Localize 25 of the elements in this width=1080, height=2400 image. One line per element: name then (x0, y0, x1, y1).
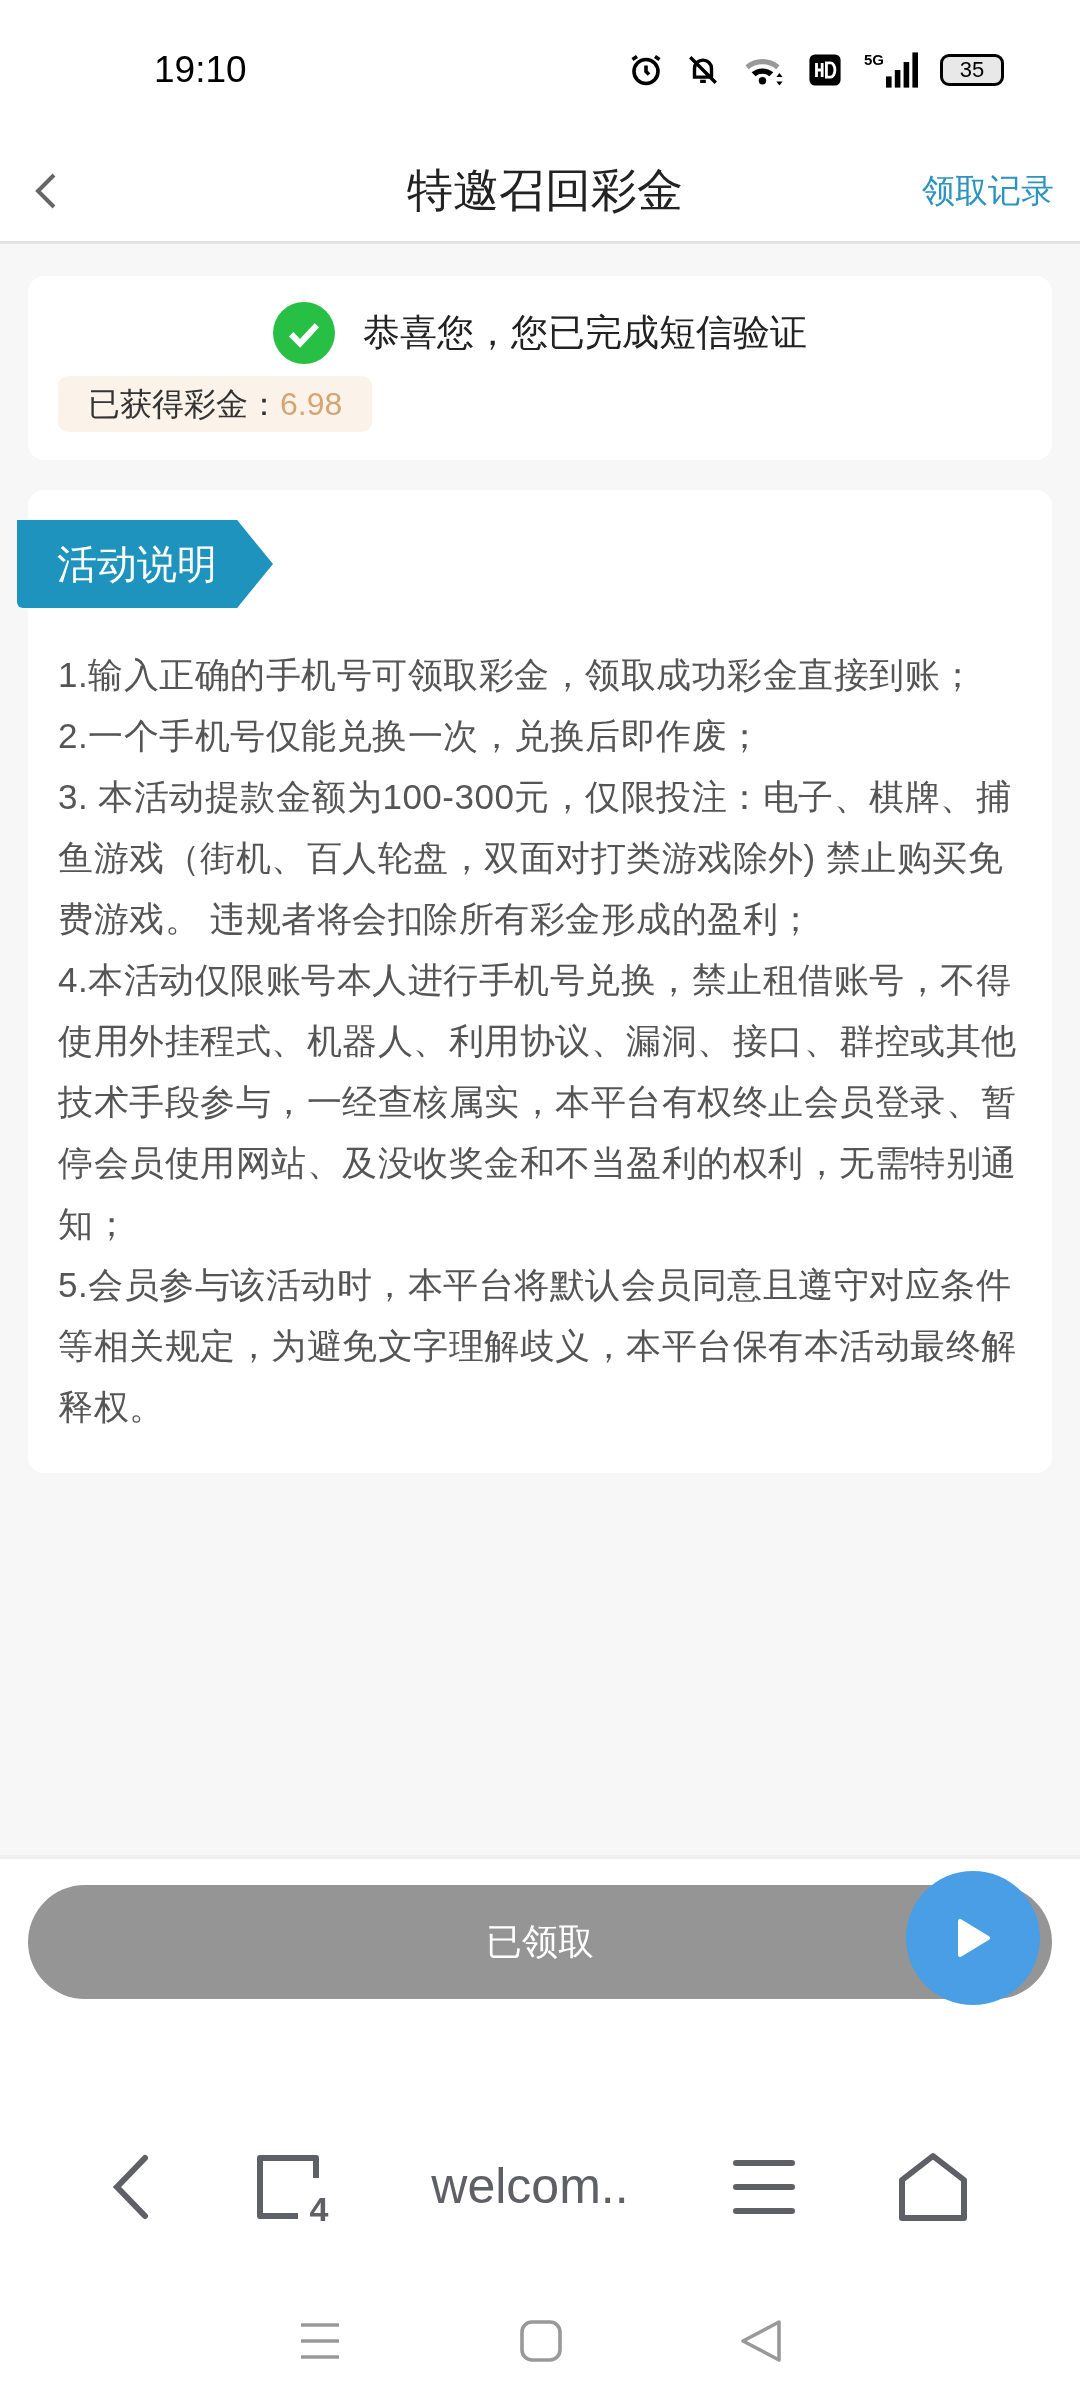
home-icon[interactable] (898, 2151, 969, 2222)
back-nav-icon[interactable] (740, 2320, 781, 2362)
status-time: 19:10 (154, 48, 247, 93)
recent-apps-icon[interactable] (299, 2321, 342, 2361)
page-title: 特邀召回彩金 (407, 163, 683, 218)
battery-indicator: 35 (940, 54, 1004, 86)
signal-icon (886, 52, 918, 88)
tabs-button[interactable]: 4 (254, 2153, 329, 2220)
rule-text: 3. 本活动提款金额为100-300元，仅限投注：电子、棋牌、捕鱼游戏（街机、百人轮盘，双面对打类游戏除外) 禁止购买免费游戏。 违规者将会扣除所有彩金形成的盈利； (58, 776, 1013, 940)
records-link[interactable]: 领取记录 (922, 165, 1054, 216)
bonus-label: 已获得彩金： (88, 385, 280, 424)
success-message: 恭喜您，您已完成短信验证 (363, 311, 807, 356)
rule-text: 1.输入正确的手机号可领取彩金，领取成功彩金直接到账； (58, 654, 977, 696)
network-type: 5G (864, 52, 884, 67)
rule-text: 2.一个手机号仅能兑换一次，兑换后即作废； (58, 715, 764, 757)
rule-text: 5.会员参与该活动时，本平台将默认会员同意且遵守对应条件等相关规定，为避免文字理解歧义，本平台保有本活动最终解释权。 (58, 1264, 1018, 1428)
muted-bell-icon (686, 53, 720, 87)
rule-text: 4.本活动仅限账号本人进行手机号兑换，禁止租借账号，不得使用外挂程式、机器人、利用协议、漏洞、接口、群控或其他技术手段参与，一经查核属实，本平台有权终止会员登录、暂停会员使用网站、及没收奖金和不当盈利的权利，无需特别通知； (58, 959, 1018, 1245)
play-icon (956, 1919, 990, 1957)
address-text[interactable]: welcom.. (431, 2149, 629, 2224)
section-title: 活动说明 (57, 541, 217, 588)
menu-icon[interactable] (731, 2158, 796, 2215)
home-nav-icon[interactable] (520, 2320, 562, 2362)
bonus-value: 6.98 (280, 385, 343, 424)
hd-icon (808, 53, 842, 87)
